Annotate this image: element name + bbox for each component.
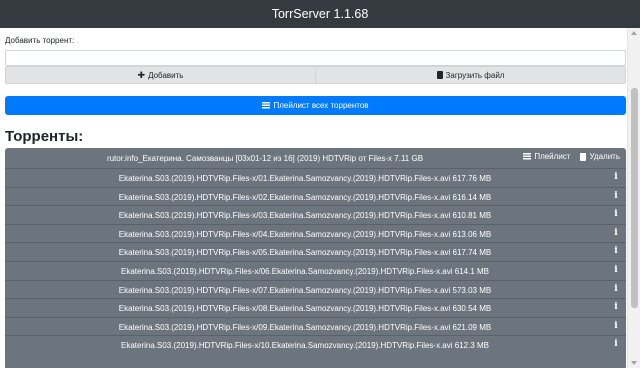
info-icon[interactable]: i [612, 228, 620, 238]
file-row[interactable]: Ekaterina.S03.(2019).HDTVRip.Files-x/08.… [5, 298, 626, 317]
torrent-playlist-label: Плейлист [534, 152, 571, 161]
file-upload-icon [436, 71, 443, 79]
torrent-header: rutor.info_Екатерина. Самозванцы [03x01-… [5, 148, 626, 168]
info-icon[interactable]: i [612, 209, 620, 219]
file-name[interactable]: Ekaterina.S03.(2019).HDTVRip.Files-x/09.… [5, 323, 605, 332]
torrent-playlist-button[interactable]: Плейлист [523, 152, 570, 161]
torrent-actions: Плейлист Удалить [523, 152, 620, 161]
file-row[interactable]: Ekaterina.S03.(2019).HDTVRip.Files-x/05.… [5, 242, 626, 261]
file-row[interactable]: Ekaterina.S03.(2019).HDTVRip.Files-x/01.… [5, 168, 626, 187]
info-icon[interactable]: i [612, 172, 620, 182]
file-name[interactable]: Ekaterina.S03.(2019).HDTVRip.Files-x/05.… [5, 248, 605, 257]
scrollbar-thumb[interactable] [631, 88, 638, 308]
info-icon[interactable]: i [612, 302, 620, 312]
torrent-card: rutor.info_Екатерина. Самозванцы [03x01-… [5, 148, 626, 368]
section-title: Торренты: [5, 128, 84, 145]
file-name[interactable]: Ekaterina.S03.(2019).HDTVRip.Files-x/02.… [5, 193, 605, 202]
navbar: TorrServer 1.1.68 [0, 0, 640, 28]
file-name[interactable]: Ekaterina.S03.(2019).HDTVRip.Files-x/08.… [5, 304, 605, 313]
scroll-down-arrow-icon[interactable] [631, 361, 637, 365]
app-title: TorrServer 1.1.68 [271, 7, 369, 21]
torrent-delete-label: Удалить [589, 152, 620, 161]
list-icon [523, 153, 532, 160]
file-name[interactable]: Ekaterina.S03.(2019).HDTVRip.Files-x/01.… [5, 174, 605, 183]
file-row[interactable]: Ekaterina.S03.(2019).HDTVRip.Files-x/10.… [5, 335, 626, 354]
file-name[interactable]: Ekaterina.S03.(2019).HDTVRip.Files-x/10.… [5, 341, 605, 350]
scroll-up-arrow-icon[interactable] [631, 31, 637, 35]
file-row[interactable]: Ekaterina.S03.(2019).HDTVRip.Files-x/03.… [5, 205, 626, 224]
upload-file-label: Загрузить файл [445, 70, 505, 80]
add-buttons-row: ✚ Добавить Загрузить файл [5, 66, 626, 84]
plus-icon: ✚ [137, 69, 146, 80]
torrent-name: rutor.info_Екатерина. Самозванцы [03x01-… [106, 154, 424, 163]
trash-icon [580, 152, 587, 161]
torrent-delete-button[interactable]: Удалить [580, 152, 620, 161]
add-button[interactable]: ✚ Добавить [5, 66, 315, 84]
file-name[interactable]: Ekaterina.S03.(2019).HDTVRip.Files-x/07.… [5, 286, 605, 295]
torrent-link-input[interactable] [5, 50, 626, 66]
add-torrent-label: Добавить торрент: [5, 36, 75, 45]
info-icon[interactable]: i [612, 265, 620, 275]
add-button-label: Добавить [148, 70, 184, 80]
file-name[interactable]: Ekaterina.S03.(2019).HDTVRip.Files-x/03.… [5, 211, 605, 220]
upload-file-button[interactable]: Загрузить файл [315, 66, 626, 84]
file-row[interactable]: Ekaterina.S03.(2019).HDTVRip.Files-x/06.… [5, 261, 626, 280]
file-name[interactable]: Ekaterina.S03.(2019).HDTVRip.Files-x/04.… [5, 230, 605, 239]
file-row[interactable]: Ekaterina.S03.(2019).HDTVRip.Files-x/02.… [5, 186, 626, 206]
file-row[interactable]: Ekaterina.S03.(2019).HDTVRip.Files-x/04.… [5, 223, 626, 243]
playlist-all-label: Плейлист всех торрентов [273, 101, 369, 110]
info-icon[interactable]: i [612, 284, 620, 294]
info-icon[interactable]: i [612, 321, 620, 331]
info-icon[interactable]: i [612, 339, 620, 349]
info-icon[interactable]: i [612, 246, 620, 256]
file-row[interactable]: Ekaterina.S03.(2019).HDTVRip.Files-x/09.… [5, 316, 626, 336]
file-name[interactable]: Ekaterina.S03.(2019).HDTVRip.Files-x/06.… [5, 267, 605, 276]
vertical-scrollbar[interactable] [627, 28, 640, 368]
file-row[interactable]: Ekaterina.S03.(2019).HDTVRip.Files-x/07.… [5, 279, 626, 299]
playlist-all-button[interactable]: Плейлист всех торрентов [5, 96, 626, 115]
info-icon[interactable]: i [612, 191, 620, 201]
list-icon [262, 102, 271, 109]
